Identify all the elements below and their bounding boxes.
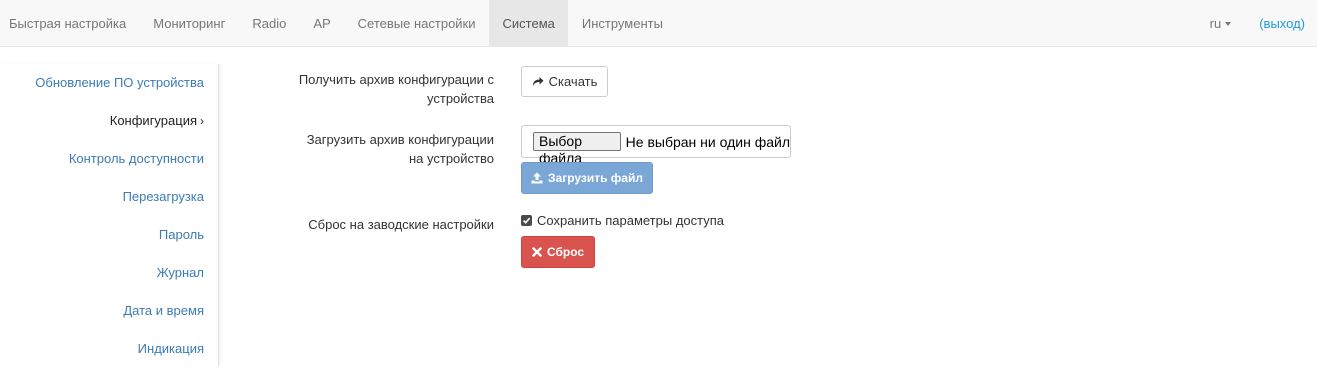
sidebar-item-label: Обновление ПО устройства	[35, 75, 204, 90]
choose-file-button[interactable]: Выбор файла	[533, 132, 621, 166]
checkmark-icon	[522, 217, 531, 224]
nav-right: ru (выход)	[1210, 0, 1317, 47]
caret-down-icon	[1225, 21, 1232, 26]
upload-file-button[interactable]: Загрузить файл	[521, 162, 653, 194]
upload-icon	[531, 172, 543, 184]
sidebar-item-date-time[interactable]: Дата и время	[0, 292, 218, 330]
sidebar-item-label: Перезагрузка	[122, 189, 204, 204]
close-icon	[532, 247, 542, 257]
sidebar-item-log[interactable]: Журнал	[0, 254, 218, 292]
upload-config-label: Загрузить архив конфигурации на устройст…	[306, 132, 494, 166]
sidebar-item-password[interactable]: Пароль	[0, 216, 218, 254]
upload-file-button-label: Загрузить файл	[548, 171, 643, 185]
sidebar-item-availability-control[interactable]: Контроль доступности	[0, 140, 218, 178]
factory-reset-label: Сброс на заводские настройки	[308, 217, 494, 232]
sidebar-item-firmware-update[interactable]: Обновление ПО устройства	[0, 64, 218, 102]
download-button[interactable]: Скачать	[521, 66, 608, 97]
keep-access-row: Сохранить параметры доступа	[521, 213, 724, 228]
sidebar-item-reboot[interactable]: Перезагрузка	[0, 178, 218, 216]
file-input: Выбор файла Не выбран ни один файл	[521, 125, 791, 166]
main-nav: Быстрая настройка Мониторинг Radio AP Се…	[0, 0, 676, 47]
reset-button-label: Сброс	[546, 245, 585, 259]
reset-button[interactable]: Сброс	[521, 236, 595, 268]
keep-access-label: Сохранить параметры доступа	[537, 213, 725, 228]
tab-system[interactable]: Система	[489, 0, 569, 47]
sidebar-item-label: Дата и время	[123, 303, 204, 318]
tab-quick-setup[interactable]: Быстрая настройка	[0, 0, 140, 47]
sidebar-item-label: Журнал	[156, 265, 204, 280]
download-config-label: Получить архив конфигурации с устройства	[298, 72, 494, 106]
keep-access-checkbox[interactable]	[521, 215, 532, 226]
logout-link[interactable]: (выход)	[1249, 0, 1317, 47]
language-label: ru	[1209, 16, 1222, 31]
top-navbar: Быстрая настройка Мониторинг Radio AP Се…	[0, 0, 1317, 47]
tab-monitoring[interactable]: Мониторинг	[140, 0, 239, 47]
language-dropdown[interactable]: ru	[1210, 0, 1250, 47]
tab-ap[interactable]: AP	[300, 0, 344, 47]
file-status-text: Не выбран ни один файл	[625, 133, 790, 150]
tab-radio[interactable]: Radio	[239, 0, 300, 47]
sidebar-item-label: Конфигурация	[109, 113, 197, 128]
sidebar-item-label: Индикация	[137, 341, 204, 356]
sidebar-item-configuration[interactable]: Конфигурация ›	[0, 102, 218, 140]
tab-tools[interactable]: Инструменты	[568, 0, 676, 47]
download-button-label: Скачать	[548, 74, 598, 89]
tab-network-settings[interactable]: Сетевые настройки	[344, 0, 489, 47]
sidebar-item-label: Пароль	[158, 227, 204, 242]
share-arrow-icon	[532, 77, 544, 86]
sidebar-item-indication[interactable]: Индикация	[0, 330, 218, 368]
sidebar-item-label: Контроль доступности	[68, 151, 204, 166]
sidebar: Обновление ПО устройства Конфигурация › К…	[0, 64, 219, 366]
chevron-right-icon: ›	[200, 114, 204, 128]
